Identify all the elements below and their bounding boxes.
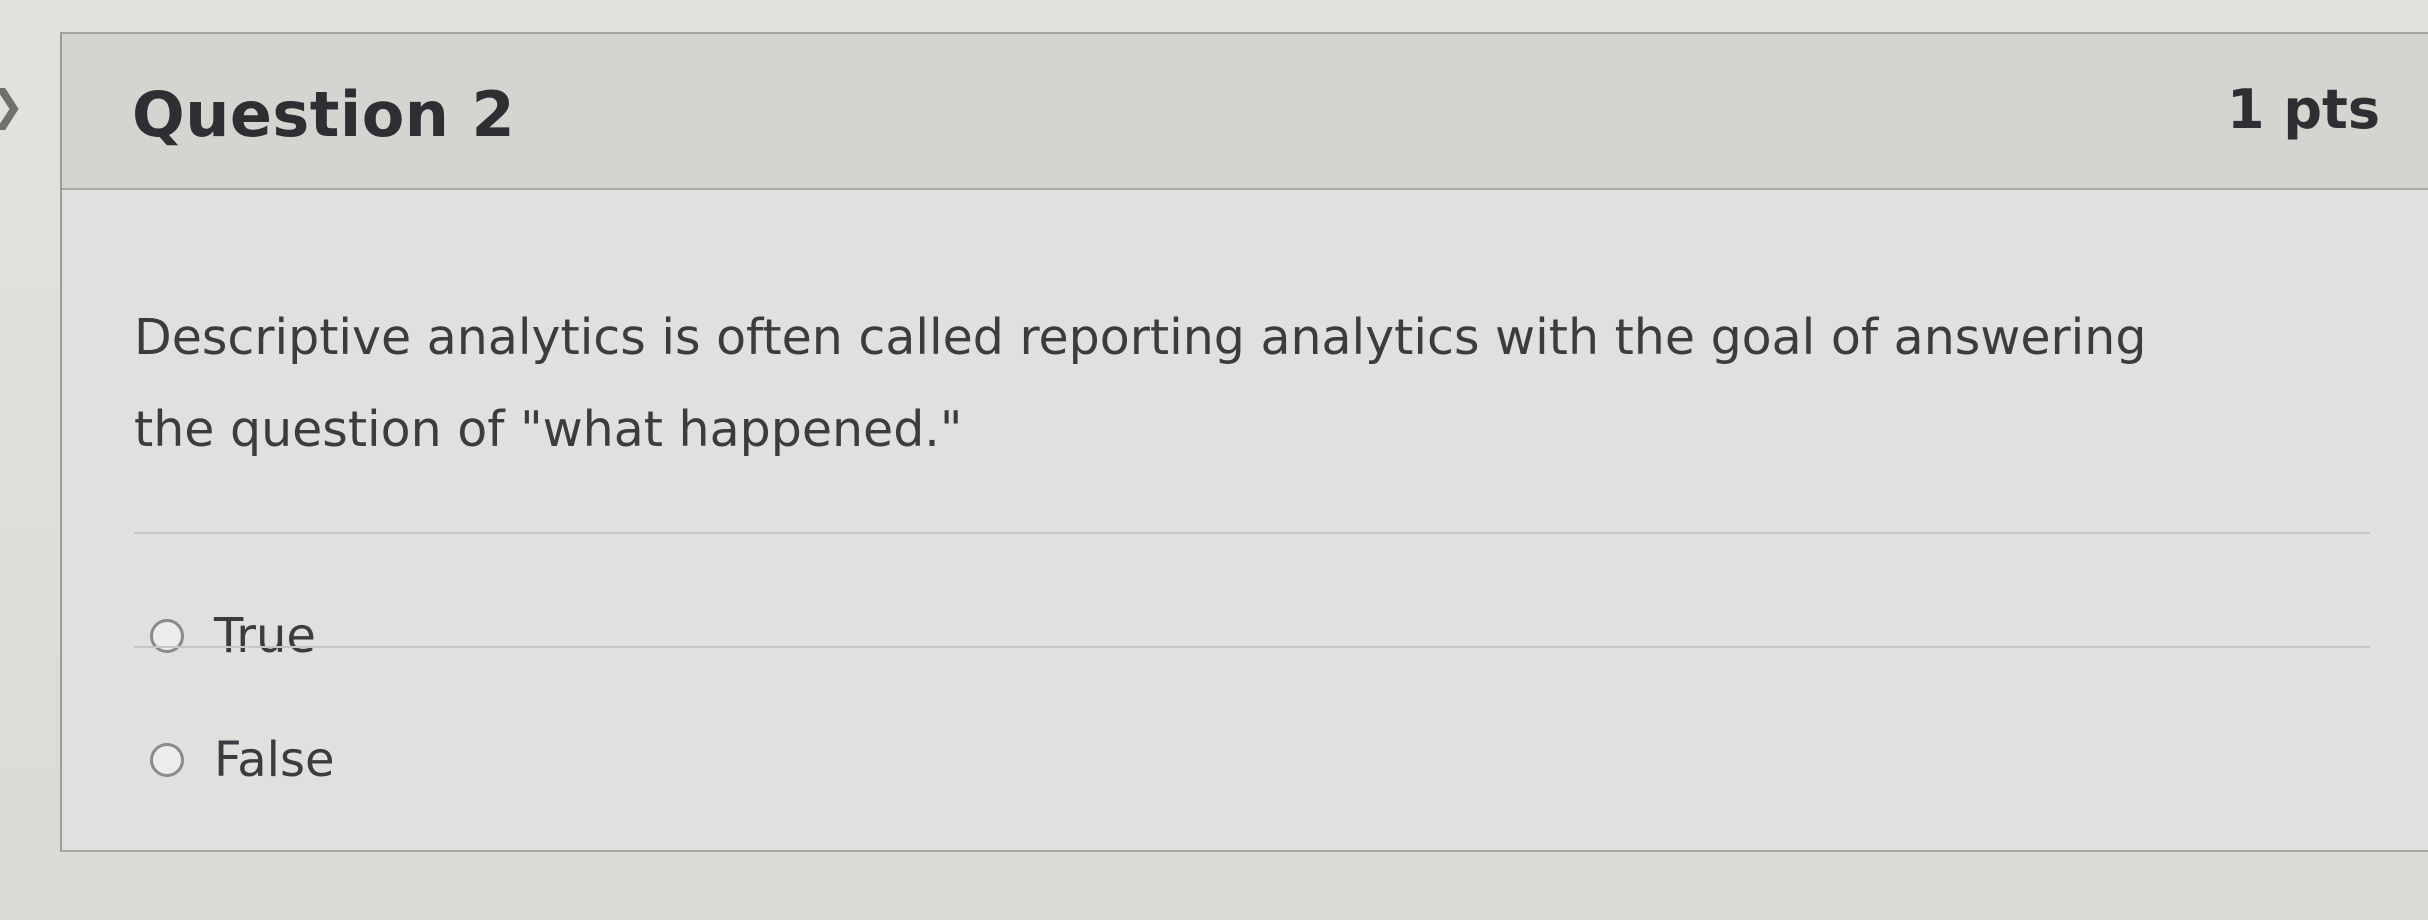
radio-button-false[interactable] [150, 743, 184, 777]
answer-option-false[interactable]: False [150, 720, 335, 800]
question-points: 1 pts [2227, 78, 2380, 141]
question-text: Descriptive analytics is often called re… [134, 309, 2147, 458]
answer-label-false: False [214, 732, 335, 788]
question-header: Question 2 1 pts [62, 34, 2428, 190]
chevron-right-icon[interactable]: ❯ [0, 78, 25, 134]
answer-divider [134, 532, 2370, 534]
quiz-page: ❯ Question 2 1 pts Descriptive analytics… [0, 0, 2428, 920]
question-title: Question 2 [132, 78, 516, 151]
answer-option-true[interactable]: True [150, 596, 316, 676]
answer-divider [134, 646, 2370, 648]
question-card: Question 2 1 pts Descriptive analytics i… [60, 32, 2428, 852]
answer-label-true: True [214, 608, 316, 664]
